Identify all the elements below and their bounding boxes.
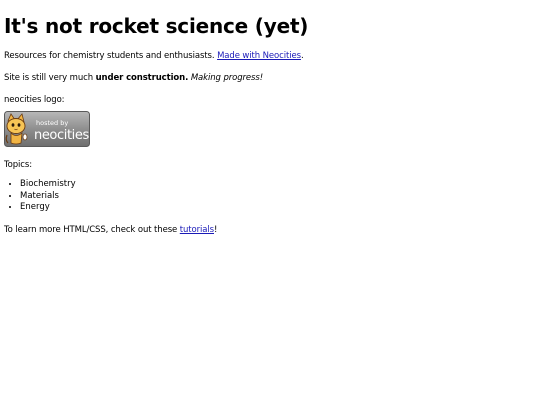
- status-lead: Site is still very much: [4, 73, 96, 83]
- page-title: It's not rocket science (yet): [4, 14, 309, 38]
- status-paragraph: Site is still very much under constructi…: [4, 72, 534, 84]
- badge-small-text: hosted by: [36, 119, 68, 127]
- topics-label: Topics:: [4, 160, 32, 170]
- intro-text: Resources for chemistry students and ent…: [4, 51, 218, 61]
- intro-period: .: [300, 51, 304, 61]
- logo-caption: neocities logo:: [4, 95, 65, 105]
- status-bold: under construction.: [95, 73, 189, 83]
- topics-list: Biochemistry Materials Energy: [4, 179, 534, 214]
- made-with-neocities-link[interactable]: Made with Neocities: [217, 51, 301, 61]
- page-content: It's not rocket science (yet) Resources …: [4, 0, 534, 236]
- tutorials-link[interactable]: tutorials: [180, 225, 214, 235]
- list-item: Energy: [20, 202, 534, 214]
- intro-paragraph: Resources for chemistry students and ent…: [4, 50, 534, 62]
- neocities-logo[interactable]: hosted by neocities: [4, 111, 90, 147]
- list-item: Materials: [20, 191, 534, 203]
- badge-big-text: neocities: [34, 128, 89, 143]
- tutorials-end: !: [214, 224, 218, 235]
- tutorials-paragraph: To learn more HTML/CSS, check out these …: [4, 224, 534, 236]
- tutorials-lead: To learn more HTML/CSS, check out these: [4, 224, 180, 235]
- list-item: Biochemistry: [20, 179, 534, 191]
- status-italic: Making progress!: [190, 73, 264, 83]
